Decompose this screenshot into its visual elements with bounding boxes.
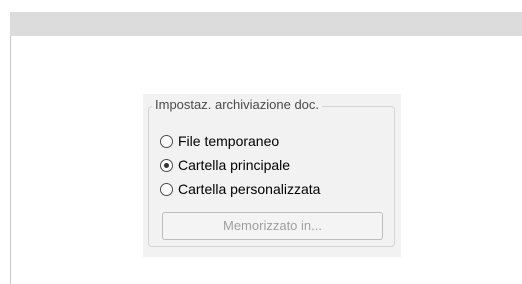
window-left-border (10, 36, 11, 284)
radio-unselected-icon[interactable] (160, 182, 173, 196)
main-folder-label[interactable]: Cartella principale (178, 156, 290, 174)
main-folder-radio[interactable]: Cartella principale (160, 156, 290, 174)
window-title-bar[interactable] (10, 12, 522, 36)
stored-in-button[interactable]: Memorizzato in... (162, 212, 383, 240)
radio-selected-dot (164, 162, 169, 168)
radio-selected-icon[interactable] (160, 158, 173, 172)
radio-unselected-icon[interactable] (160, 134, 173, 148)
temporary-file-label[interactable]: File temporaneo (178, 132, 279, 150)
temporary-file-radio[interactable]: File temporaneo (160, 132, 279, 150)
settings-panel: Impostaz. archiviazione doc. File tempor… (143, 94, 401, 257)
document-storage-legend: Impostaz. archiviazione doc. (152, 97, 323, 113)
custom-folder-label[interactable]: Cartella personalizzata (178, 180, 320, 198)
custom-folder-radio[interactable]: Cartella personalizzata (160, 180, 320, 198)
